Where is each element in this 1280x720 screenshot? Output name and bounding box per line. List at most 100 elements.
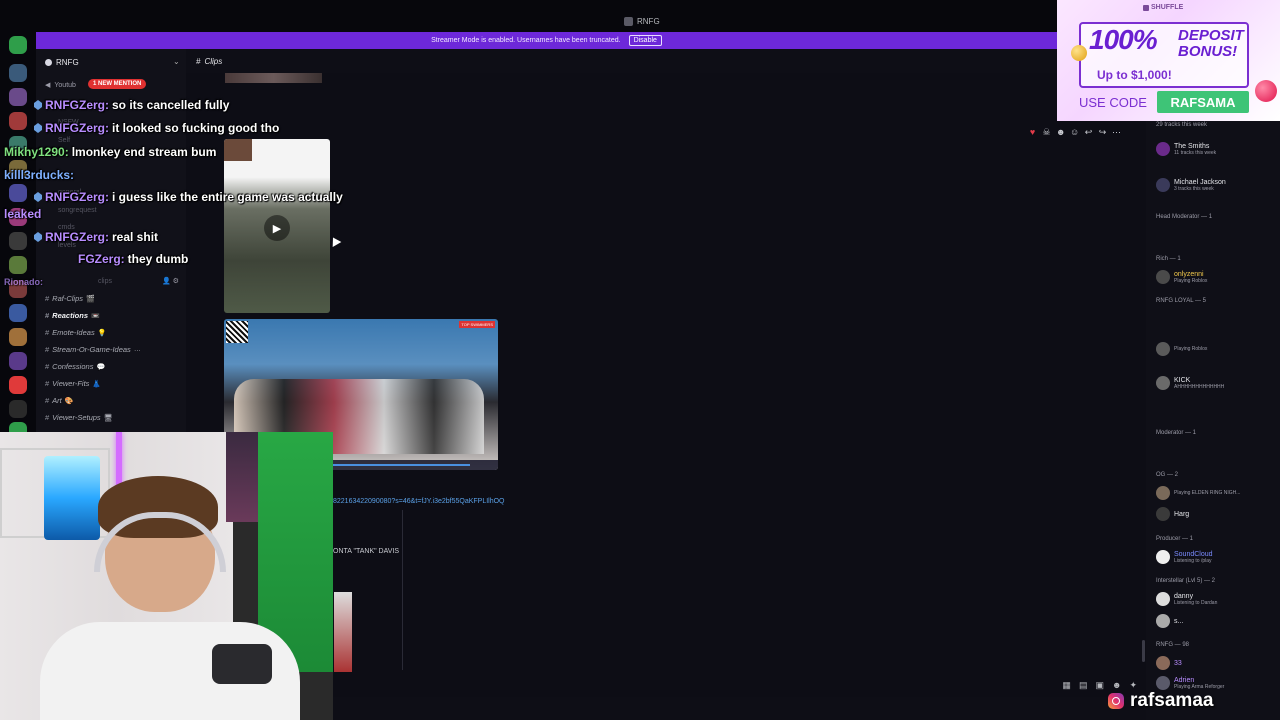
member-item[interactable]: KICK AHHHHHHHHHHHHH [1156,376,1224,390]
channel-label: Viewer-Fits [52,379,90,388]
new-mention-badge[interactable]: 1 NEW MENTION [88,79,147,89]
sticker-icon[interactable]: ▣ [1095,680,1104,691]
forward-icon[interactable]: ↪ [1098,127,1107,138]
member-item[interactable]: Michael Jackson 3 tracks this week [1156,178,1226,192]
server-icon[interactable] [9,328,27,346]
video-controls[interactable] [332,460,498,470]
hash-icon: # [45,311,50,320]
scrollbar[interactable] [1142,640,1145,662]
channel-stream-or-game-ideas[interactable]: # Stream-Or-Game-Ideas … [45,345,141,354]
server-icon[interactable] [9,64,27,82]
emoji-reaction-icon[interactable]: ☻ [1056,127,1065,137]
ad-line2: BONUS! [1178,43,1238,60]
media-attachment[interactable] [225,73,322,83]
reply-icon[interactable]: ↩ [1084,127,1093,138]
channel-settings-icons[interactable]: 👤 ⚙ [162,277,179,285]
channel-reactions[interactable]: # Reactions 📼 [45,311,100,320]
channel-emote-ideas[interactable]: # Emote-Ideas 💡 [45,328,106,337]
member-activity: 3 tracks this week [1174,185,1214,192]
server-icon[interactable] [9,36,27,54]
hash-icon: # [196,57,201,66]
channel-header-title: # Clips [196,57,222,66]
listening-note: 29 tracks this week [1156,122,1208,128]
chat-message: RNFGZerg: it looked so fucking good tho [34,121,279,135]
channel-confessions[interactable]: # Confessions 💬 [45,362,105,371]
chat-username: FGZerg: [78,252,125,266]
server-icon[interactable] [9,304,27,322]
ad-use-code: USE CODE [1079,95,1147,110]
member-item[interactable]: Playing Roblox [1156,342,1207,356]
member-item[interactable]: 33 [1156,656,1182,670]
member-name: SoundCloud [1174,550,1213,558]
stream-chat-overlay: RNFGZerg: so its cancelled fully RNFGZer… [4,98,374,287]
chat-message: leaked [4,207,44,221]
more-options-icon[interactable]: ⋯ [1112,127,1121,138]
hash-icon: # [45,413,50,422]
mod-badge-icon [34,123,42,133]
server-icon[interactable] [9,400,27,418]
channel-youtube[interactable]: ◀ Youtub [45,81,76,90]
channel-art[interactable]: # Art 🎨 [45,396,73,405]
message-composer[interactable]: ▦ ▤ ▣ ☻ ✦ [333,675,1143,697]
mod-badge-icon [34,100,42,110]
add-reaction-icon[interactable]: ☺ [1070,127,1079,137]
member-item[interactable]: The Smiths 11 tracks this week [1156,142,1216,156]
skull-reaction-icon[interactable]: ☠ [1042,127,1051,138]
chat-message: Mikhy1290: lmonkey end stream bum [4,145,216,159]
member-item[interactable]: Playing ELDEN RING NIGH... [1156,486,1240,500]
avatar [1156,376,1170,390]
member-list: 29 tracks this week The Smiths 11 tracks… [1146,120,1280,720]
lamp [44,456,100,540]
message-link[interactable]: 822163422090080?s=46&t=fJY.i3e2bf55QaKFP… [333,498,505,505]
disable-streamer-mode-button[interactable]: Disable [628,35,662,46]
avatar [1156,614,1170,628]
channel-emoji: … [133,346,141,353]
video-progress-bar[interactable] [332,464,470,466]
member-name: KICK [1174,376,1191,384]
server-header[interactable]: RNFG [45,58,79,67]
channel-emoji: 👗 [92,380,102,388]
hash-icon: # [45,379,50,388]
server-logo-icon [45,59,52,66]
avatar [1156,656,1170,670]
ad-line1: DEPOSIT [1178,27,1244,44]
server-icon[interactable] [9,376,27,394]
chevron-down-icon[interactable]: ⌄ [173,57,180,66]
window-title-text: RNFG [637,17,660,26]
image-attachment[interactable] [334,592,352,672]
role-category: Head Moderator — 1 [1156,214,1213,220]
member-item[interactable]: danny Listening to Dardan [1156,592,1217,606]
channel-raf-clips[interactable]: # Raf-Clips 🎬 [45,294,95,303]
channel-label: Raf-Clips [52,294,84,303]
member-activity: Playing Roblox [1174,277,1208,284]
divider [402,510,403,670]
gif-icon[interactable]: ▤ [1079,680,1088,691]
avatar [1156,270,1170,284]
member-item[interactable]: Adrien Playing Arma Reforger [1156,676,1224,690]
channel-label: Emote-Ideas [52,328,95,337]
heart-reaction-icon[interactable]: ♥ [1028,127,1037,137]
channel-viewer-setups[interactable]: # Viewer-Setups 🖥 [45,413,113,422]
chat-text: lmonkey end stream bum [71,145,217,159]
avatar [1156,676,1170,690]
faded-channel[interactable]: clips [98,278,112,285]
member-activity: Listening to /play [1174,557,1212,564]
sponsor-ad-overlay: SHUFFLE 100% DEPOSIT BONUS! Up to $1,000… [1057,0,1280,121]
chat-username: Mikhy1290: [4,145,69,159]
member-name: Harg [1174,510,1190,518]
server-icon[interactable] [9,352,27,370]
ad-upto: Up to $1,000! [1097,68,1172,82]
ad-brand-text: SHUFFLE [1151,4,1184,11]
streamer-mode-banner: Streamer Mode is enabled. Usernames have… [36,32,1057,49]
gift-icon[interactable]: ▦ [1062,680,1071,691]
mod-badge-icon [34,192,42,202]
member-item[interactable]: SoundCloud Listening to /play [1156,550,1213,564]
instagram-watermark: rafsamaa [1108,690,1213,712]
chat-message: killl3rducks: [4,168,77,182]
avatar [1156,178,1170,192]
channel-label: Art [52,396,62,405]
member-item[interactable]: Harg [1156,507,1189,521]
channel-viewer-fits[interactable]: # Viewer-Fits 👗 [45,379,101,388]
member-item[interactable]: onlyzenni Playing Roblox [1156,270,1207,284]
member-item[interactable]: s... [1156,614,1183,628]
